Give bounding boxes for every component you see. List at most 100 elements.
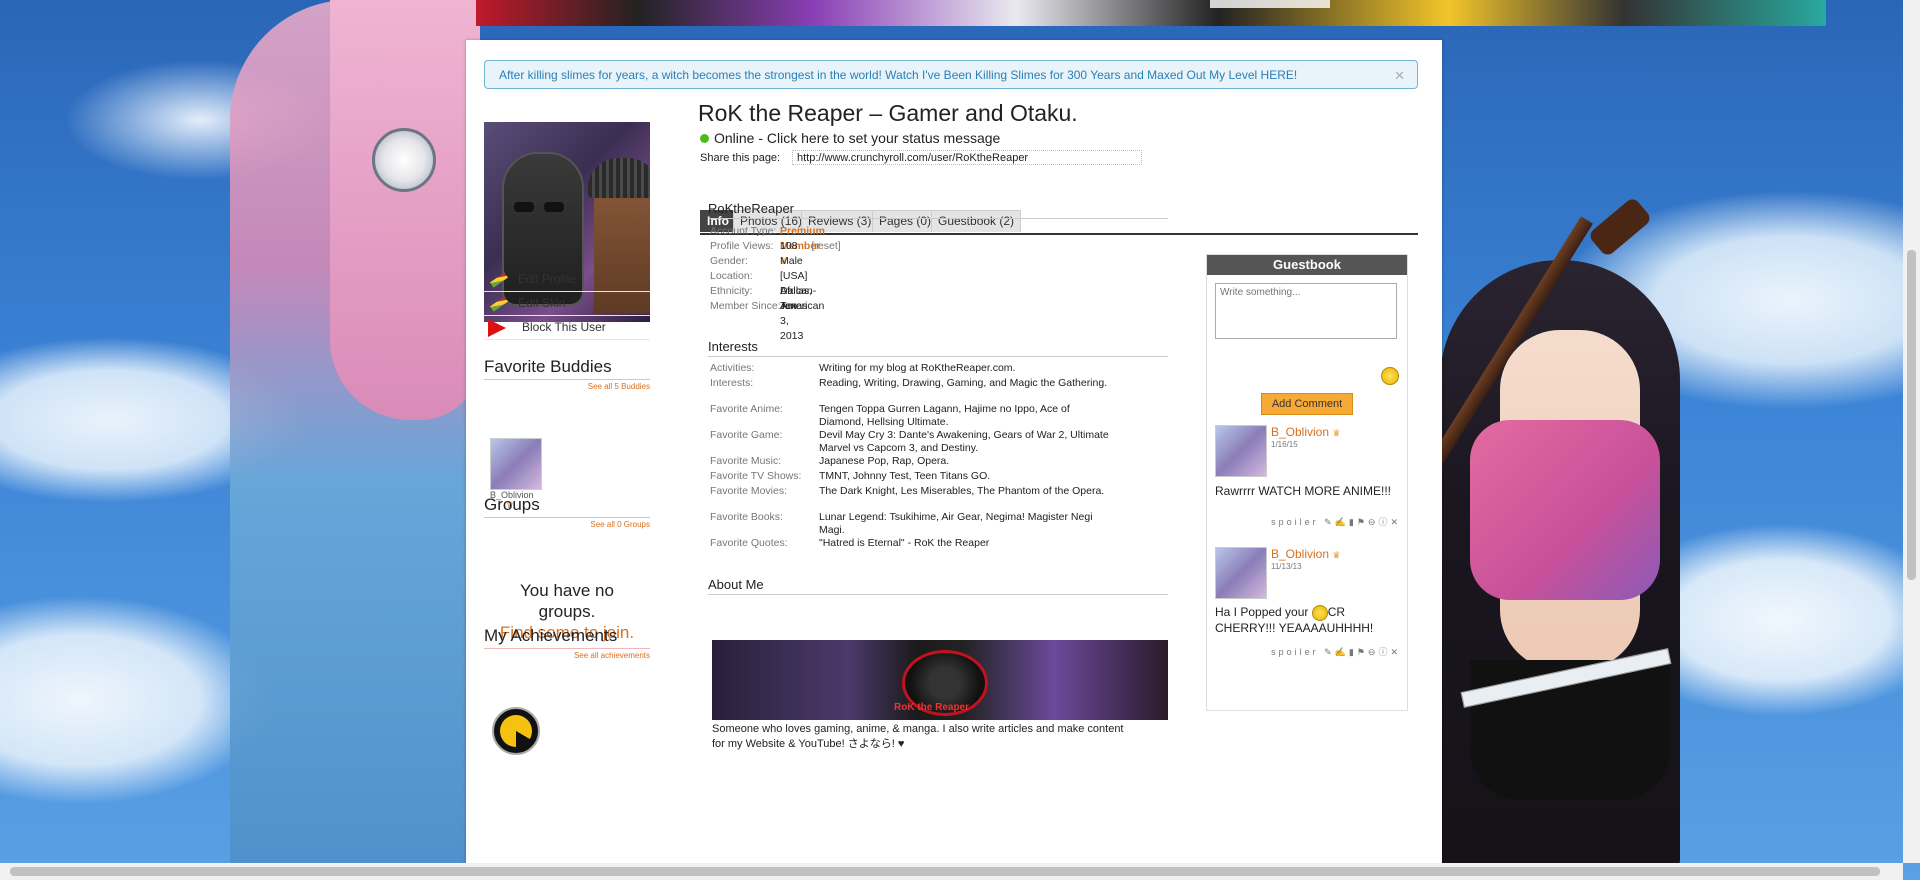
guestbook-author-link[interactable]: B_Oblivion — [1271, 547, 1329, 561]
groups-title: Groups — [484, 495, 540, 514]
interest-value: Writing for my blog at RoKtheReaper.com. — [819, 362, 1016, 374]
info-key: Gender: — [710, 255, 748, 267]
block-user-label: Block This User — [522, 320, 606, 334]
interest-key: Favorite Movies: — [710, 485, 788, 497]
block-icon — [488, 318, 506, 337]
close-icon[interactable]: ✕ — [1394, 61, 1405, 90]
avatar-eye — [544, 202, 564, 212]
interest-key: Favorite Music: — [710, 455, 782, 467]
favorite-buddies-heading: Favorite Buddies See all 5 Buddies — [484, 357, 650, 391]
delete-icon[interactable]: ✕ — [1390, 647, 1401, 657]
spoiler-link[interactable]: spoiler — [1271, 647, 1319, 657]
block-icon[interactable]: ⊖ — [1368, 647, 1379, 657]
guestbook-date: 1/16/15 — [1271, 440, 1298, 449]
guestbook-author-link[interactable]: B_Oblivion — [1271, 425, 1329, 439]
comment-text-part: Ha I Popped your — [1215, 605, 1312, 620]
edit-skin-label: Edit Skin — [518, 296, 566, 310]
guestbook-comment-text: Ha I Popped your CR CHERRY!!! YEAAAAUHHH… — [1215, 605, 1405, 635]
profile-views-count: 108 — [780, 240, 798, 252]
avatar-second-figure-hair — [588, 158, 650, 198]
page-title: RoK the Reaper – Gamer and Otaku. — [698, 100, 1078, 126]
see-all-buddies-link[interactable]: See all 5 Buddies — [588, 382, 650, 391]
guestbook-comment-input[interactable] — [1215, 283, 1397, 339]
smiley-icon — [1311, 605, 1328, 621]
interest-key: Interests: — [710, 377, 754, 389]
info-key: Location: — [710, 270, 753, 282]
crown-icon: ♛ — [1332, 550, 1341, 560]
interest-key: Favorite Anime: — [710, 403, 783, 415]
flag-icon[interactable]: ⚑ — [1357, 517, 1368, 527]
reply-icon[interactable]: ✍ — [1335, 647, 1349, 657]
favorite-buddies-title: Favorite Buddies — [484, 357, 612, 376]
notice-text[interactable]: After killing slimes for years, a witch … — [499, 68, 1297, 82]
see-all-groups-link[interactable]: See all 0 Groups — [590, 520, 650, 529]
background-character-hair — [330, 0, 480, 420]
status-message[interactable]: Online - Click here to set your status m… — [700, 130, 1000, 146]
info-key: Member Since: — [710, 300, 781, 312]
interest-value: Lunar Legend: Tsukihime, Air Gear, Negim… — [819, 511, 1093, 536]
horizontal-scrollbar[interactable] — [0, 863, 1903, 880]
buddy-avatar[interactable] — [490, 438, 542, 490]
edit-icon[interactable]: ✎ — [1324, 517, 1335, 527]
pencil-icon — [489, 296, 509, 312]
profile-page: After killing slimes for years, a witch … — [466, 40, 1442, 880]
guestbook-comment-text: Rawrrrr WATCH MORE ANIME!!! — [1215, 484, 1391, 498]
info-icon[interactable]: ⓘ — [1378, 517, 1390, 527]
spoiler-link[interactable]: spoiler — [1271, 517, 1319, 527]
guestbook-avatar[interactable] — [1215, 547, 1267, 599]
edit-icon[interactable]: ✎ — [1324, 647, 1335, 657]
guestbook-avatar[interactable] — [1215, 425, 1267, 477]
groups-msg-line: groups. — [538, 602, 596, 621]
interest-value: Devil May Cry 3: Dante's Awakening, Gear… — [819, 429, 1109, 454]
flag-icon[interactable]: ⚑ — [1357, 647, 1368, 657]
interest-key: Favorite Books: — [710, 511, 783, 523]
info-icon[interactable]: ⓘ — [1378, 647, 1390, 657]
guestbook-panel: Guestbook Add Comment B_Oblivion ♛ 1/16/… — [1206, 254, 1408, 711]
interest-value: Reading, Writing, Drawing, Gaming, and M… — [819, 377, 1108, 389]
about-text: Someone who loves gaming, anime, & manga… — [712, 723, 1124, 750]
block-user-link[interactable]: Block This User — [484, 315, 650, 340]
about-banner-image: RoK the Reaper — [712, 640, 1168, 720]
groups-heading: Groups See all 0 Groups — [484, 495, 650, 529]
smiley-icon[interactable] — [1381, 367, 1399, 385]
status-text[interactable]: Online - Click here to set your status m… — [714, 130, 1000, 146]
username-heading: RoKtheReaper — [708, 201, 1168, 219]
interest-value: TMNT, Johnny Test, Teen Titans GO. — [819, 470, 991, 482]
about-heading: About Me — [708, 577, 1168, 595]
block-icon[interactable]: ⊖ — [1368, 517, 1379, 527]
background-headphone — [372, 128, 436, 192]
online-status-icon — [700, 134, 709, 143]
notice-bar[interactable]: After killing slimes for years, a witch … — [484, 60, 1418, 89]
share-label: Share this page: — [700, 152, 781, 164]
groups-msg-line: You have no — [520, 581, 614, 600]
achievements-title: My Achievements — [484, 626, 618, 645]
achievement-badge[interactable] — [492, 707, 540, 755]
achievements-heading: My Achievements See all achievements — [484, 626, 650, 660]
delete-icon[interactable]: ✕ — [1390, 517, 1401, 527]
reset-link[interactable]: [reset] — [812, 240, 841, 252]
interest-key: Favorite TV Shows: — [710, 470, 802, 482]
header-banner[interactable] — [476, 0, 1826, 26]
interests-heading: Interests — [708, 339, 1168, 357]
add-comment-button[interactable]: Add Comment — [1261, 393, 1353, 415]
like-icon[interactable]: ▮ — [1349, 517, 1357, 527]
like-icon[interactable]: ▮ — [1349, 647, 1357, 657]
edit-skin-link[interactable]: Edit Skin — [484, 291, 650, 316]
info-value: Male — [780, 255, 803, 267]
interest-key: Favorite Quotes: — [710, 537, 788, 549]
see-all-achievements-link[interactable]: See all achievements — [574, 651, 650, 660]
share-url-field[interactable]: http://www.crunchyroll.com/user/RoKtheRe… — [792, 150, 1142, 165]
guestbook-comment-tools: spoiler ✎✍▮⚑⊖ⓘ✕ — [1271, 515, 1401, 528]
about-logo-text: RoK the Reaper — [894, 702, 970, 713]
guestbook-date: 11/13/13 — [1271, 562, 1302, 571]
vertical-scrollbar-thumb[interactable] — [1907, 250, 1916, 580]
avatar-eye — [514, 202, 534, 212]
interest-key: Favorite Game: — [710, 429, 783, 441]
horizontal-scrollbar-thumb[interactable] — [10, 867, 1880, 876]
reply-icon[interactable]: ✍ — [1335, 517, 1349, 527]
guestbook-author: B_Oblivion ♛ — [1271, 547, 1340, 561]
pacman-icon — [500, 715, 532, 747]
vertical-scrollbar[interactable] — [1903, 0, 1920, 863]
edit-profile-link[interactable]: Edit Profile — [484, 267, 650, 292]
guestbook-comment-tools: spoiler ✎✍▮⚑⊖ⓘ✕ — [1271, 645, 1401, 658]
